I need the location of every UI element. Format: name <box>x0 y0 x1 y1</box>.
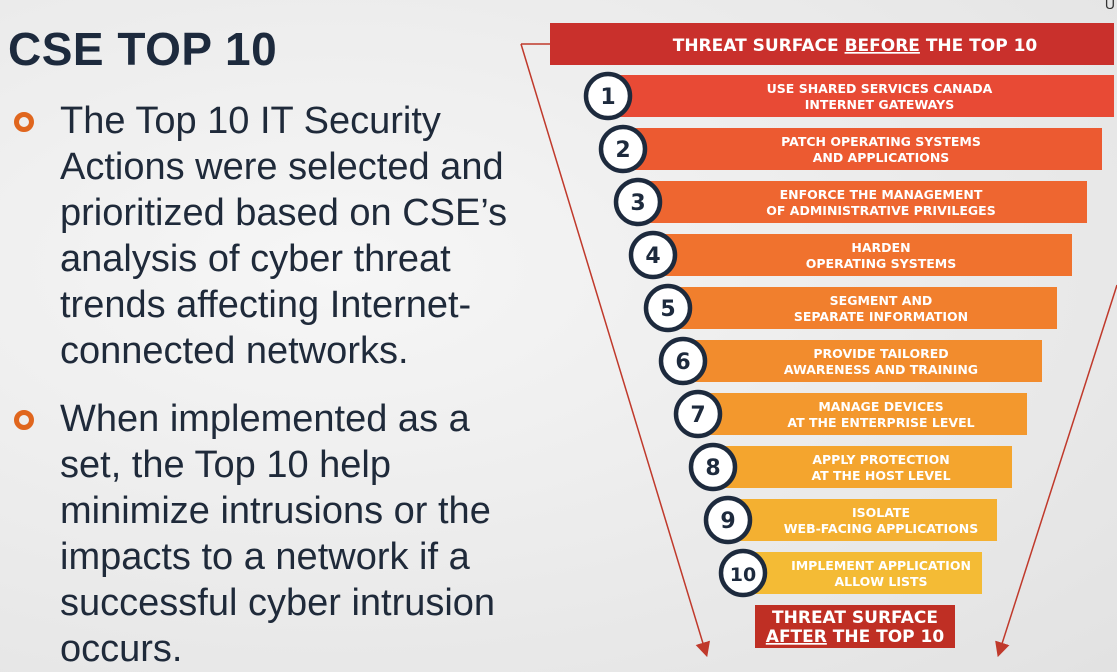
funnel-step-label-line-1: ENFORCE THE MANAGEMENT <box>780 187 983 202</box>
funnel-step: HARDENOPERATING SYSTEMS 4 <box>628 230 1072 280</box>
step-number: 5 <box>660 297 675 322</box>
funnel-step-label-line-1: ISOLATE <box>852 505 910 520</box>
footer-line-1: THREAT SURFACE <box>772 608 938 628</box>
funnel-step: PATCH OPERATING SYSTEMSAND APPLICATIONS 2 <box>598 124 1102 174</box>
funnel-step-label-line-2: WEB-FACING APPLICATIONS <box>784 521 978 536</box>
footer-line-2: AFTER THE TOP 10 <box>766 627 945 647</box>
funnel-step: MANAGE DEVICESAT THE ENTERPRISE LEVEL 7 <box>673 389 1027 439</box>
step-number: 2 <box>615 138 630 163</box>
funnel-step-label-line-1: APPLY PROTECTION <box>812 452 949 467</box>
step-number: 8 <box>705 456 720 481</box>
banner-label-emph: BEFORE <box>845 36 920 56</box>
funnel-step-label-line-2: OF ADMINISTRATIVE PRIVILEGES <box>766 203 995 218</box>
funnel-step-label-line-1: USE SHARED SERVICES CANADA <box>767 81 993 96</box>
funnel-step-label-line-1: HARDEN <box>851 240 910 255</box>
funnel-step-label-line-1: MANAGE DEVICES <box>818 399 943 414</box>
footer-line-2-rest: THE TOP 10 <box>827 627 945 647</box>
funnel-step: USE SHARED SERVICES CANADAINTERNET GATEW… <box>583 71 1114 121</box>
funnel-step-label-line-2: SEPARATE INFORMATION <box>794 309 968 324</box>
threat-surface-before-banner: THREAT SURFACE BEFORE THE TOP 10 <box>550 23 1114 65</box>
step-number: 4 <box>645 244 660 269</box>
funnel-step-label-line-1: PROVIDE TAILORED <box>813 346 948 361</box>
step-number: 10 <box>730 564 756 586</box>
funnel-step-label-line-2: AT THE HOST LEVEL <box>811 468 950 483</box>
step-number: 9 <box>720 509 735 534</box>
funnel-step: IMPLEMENT APPLICATIONALLOW LISTS 10 <box>718 548 982 598</box>
funnel-step-label-line-2: AND APPLICATIONS <box>813 150 950 165</box>
funnel-step: ISOLATEWEB-FACING APPLICATIONS 9 <box>703 495 997 545</box>
funnel-step-label-line-2: ALLOW LISTS <box>834 574 927 589</box>
banner-label-prefix: THREAT SURFACE <box>673 36 845 56</box>
step-number: 1 <box>600 85 615 110</box>
funnel-right-line <box>995 284 1117 658</box>
funnel-step-label-line-2: OPERATING SYSTEMS <box>806 256 956 271</box>
funnel-step: PROVIDE TAILOREDAWARENESS AND TRAINING 6 <box>658 336 1042 386</box>
funnel-step: ENFORCE THE MANAGEMENTOF ADMINISTRATIVE … <box>613 177 1087 227</box>
funnel-step-label-line-2: INTERNET GATEWAYS <box>805 97 954 112</box>
step-number: 6 <box>675 350 690 375</box>
threat-surface-after-box: THREAT SURFACE AFTER THE TOP 10 <box>755 605 955 648</box>
funnel-step-label-line-2: AWARENESS AND TRAINING <box>784 362 978 377</box>
funnel-step-label-line-2: AT THE ENTERPRISE LEVEL <box>787 415 974 430</box>
funnel-step-label-line-1: PATCH OPERATING SYSTEMS <box>781 134 981 149</box>
footer-line-2-emph: AFTER <box>766 627 827 647</box>
step-number: 7 <box>690 403 705 428</box>
threat-surface-funnel: THREAT SURFACE BEFORE THE TOP 10 USE SHA… <box>520 23 1117 658</box>
step-number: 3 <box>630 191 645 216</box>
funnel-step: APPLY PROTECTIONAT THE HOST LEVEL 8 <box>688 442 1012 492</box>
funnel-step-label-line-1: SEGMENT AND <box>830 293 933 308</box>
funnel-step: SEGMENT ANDSEPARATE INFORMATION 5 <box>643 283 1057 333</box>
banner-label: THREAT SURFACE BEFORE THE TOP 10 <box>673 36 1038 56</box>
banner-label-suffix: THE TOP 10 <box>920 36 1038 56</box>
funnel-step-label-line-1: IMPLEMENT APPLICATION <box>791 558 971 573</box>
